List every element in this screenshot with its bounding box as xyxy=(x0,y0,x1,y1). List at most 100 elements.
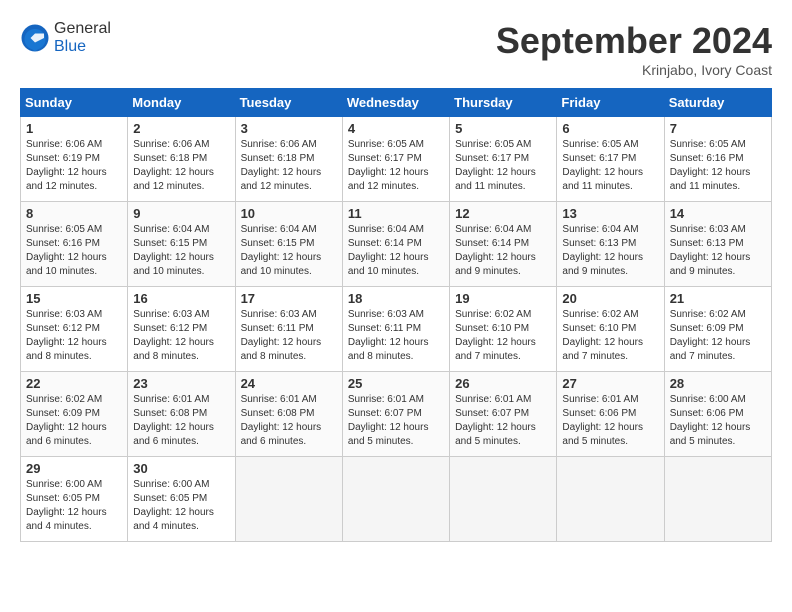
calendar-week-4: 22 Sunrise: 6:02 AM Sunset: 6:09 PM Dayli… xyxy=(21,372,772,457)
weekday-header-sunday: Sunday xyxy=(21,89,128,117)
day-info: Sunrise: 6:01 AM Sunset: 6:06 PM Dayligh… xyxy=(562,393,658,449)
day-number: 24 xyxy=(241,376,337,391)
calendar-cell xyxy=(664,457,771,542)
logo: General Blue xyxy=(20,20,111,56)
calendar-cell: 25Sunrise: 6:01 AM Sunset: 6:07 PM Dayli… xyxy=(342,372,449,457)
day-info: Sunrise: 6:04 AM Sunset: 6:15 PM Dayligh… xyxy=(241,223,337,279)
day-info: Sunrise: 6:03 AM Sunset: 6:12 PM Dayligh… xyxy=(26,308,122,364)
day-info: Sunrise: 6:02 AM Sunset: 6:09 PM Dayligh… xyxy=(670,308,766,364)
weekday-header-friday: Friday xyxy=(557,89,664,117)
calendar-cell xyxy=(342,457,449,542)
logo-icon xyxy=(20,23,50,53)
day-number: 6 xyxy=(562,121,658,136)
day-info: Sunrise: 6:01 AM Sunset: 6:08 PM Dayligh… xyxy=(241,393,337,449)
day-info: Sunrise: 6:04 AM Sunset: 6:14 PM Dayligh… xyxy=(348,223,444,279)
day-number: 23 xyxy=(133,376,229,391)
calendar-cell: 28 Sunrise: 6:00 AM Sunset: 6:06 PM Dayli… xyxy=(664,372,771,457)
calendar-cell: 10Sunrise: 6:04 AM Sunset: 6:15 PM Dayli… xyxy=(235,202,342,287)
calendar-cell: 13 Sunrise: 6:04 AM Sunset: 6:13 PM Dayli… xyxy=(557,202,664,287)
calendar-cell: 20 Sunrise: 6:02 AM Sunset: 6:10 PM Dayli… xyxy=(557,287,664,372)
calendar-cell: 9 Sunrise: 6:04 AM Sunset: 6:15 PM Daylig… xyxy=(128,202,235,287)
calendar-table: SundayMondayTuesdayWednesdayThursdayFrid… xyxy=(20,88,772,542)
calendar-cell: 4Sunrise: 6:05 AM Sunset: 6:17 PM Daylig… xyxy=(342,117,449,202)
calendar-cell: 2 Sunrise: 6:06 AM Sunset: 6:18 PM Daylig… xyxy=(128,117,235,202)
calendar-cell: 24 Sunrise: 6:01 AM Sunset: 6:08 PM Dayli… xyxy=(235,372,342,457)
weekday-header-wednesday: Wednesday xyxy=(342,89,449,117)
day-number: 7 xyxy=(670,121,766,136)
calendar-header-row: SundayMondayTuesdayWednesdayThursdayFrid… xyxy=(21,89,772,117)
logo-text: General Blue xyxy=(54,20,111,56)
day-info: Sunrise: 6:02 AM Sunset: 6:09 PM Dayligh… xyxy=(26,393,122,449)
calendar-cell: 5Sunrise: 6:05 AM Sunset: 6:17 PM Daylig… xyxy=(450,117,557,202)
day-info: Sunrise: 6:03 AM Sunset: 6:12 PM Dayligh… xyxy=(133,308,229,364)
day-number: 8 xyxy=(26,206,122,221)
day-number: 28 xyxy=(670,376,766,391)
day-info: Sunrise: 6:05 AM Sunset: 6:17 PM Dayligh… xyxy=(562,138,658,194)
calendar-cell xyxy=(557,457,664,542)
day-info: Sunrise: 6:05 AM Sunset: 6:17 PM Dayligh… xyxy=(455,138,551,194)
day-info: Sunrise: 6:03 AM Sunset: 6:11 PM Dayligh… xyxy=(348,308,444,364)
day-number: 18 xyxy=(348,291,444,306)
calendar-cell: 3 Sunrise: 6:06 AM Sunset: 6:18 PM Daylig… xyxy=(235,117,342,202)
day-number: 29 xyxy=(26,461,122,476)
day-info: Sunrise: 6:00 AM Sunset: 6:05 PM Dayligh… xyxy=(133,478,229,534)
calendar-cell: 15 Sunrise: 6:03 AM Sunset: 6:12 PM Dayli… xyxy=(21,287,128,372)
title-area: September 2024 Krinjabo, Ivory Coast xyxy=(496,20,772,78)
day-number: 26 xyxy=(455,376,551,391)
weekday-header-monday: Monday xyxy=(128,89,235,117)
day-number: 12 xyxy=(455,206,551,221)
day-number: 21 xyxy=(670,291,766,306)
day-info: Sunrise: 6:02 AM Sunset: 6:10 PM Dayligh… xyxy=(562,308,658,364)
day-info: Sunrise: 6:04 AM Sunset: 6:13 PM Dayligh… xyxy=(562,223,658,279)
day-number: 2 xyxy=(133,121,229,136)
day-number: 20 xyxy=(562,291,658,306)
day-number: 17 xyxy=(241,291,337,306)
calendar-cell: 14 Sunrise: 6:03 AM Sunset: 6:13 PM Dayli… xyxy=(664,202,771,287)
weekday-header-tuesday: Tuesday xyxy=(235,89,342,117)
day-info: Sunrise: 6:05 AM Sunset: 6:16 PM Dayligh… xyxy=(670,138,766,194)
day-number: 11 xyxy=(348,206,444,221)
calendar-cell: 21 Sunrise: 6:02 AM Sunset: 6:09 PM Dayli… xyxy=(664,287,771,372)
calendar-cell: 16 Sunrise: 6:03 AM Sunset: 6:12 PM Dayli… xyxy=(128,287,235,372)
calendar-week-1: 1Sunrise: 6:06 AM Sunset: 6:19 PM Daylig… xyxy=(21,117,772,202)
day-info: Sunrise: 6:06 AM Sunset: 6:19 PM Dayligh… xyxy=(26,138,122,194)
calendar-week-5: 29 Sunrise: 6:00 AM Sunset: 6:05 PM Dayli… xyxy=(21,457,772,542)
weekday-header-saturday: Saturday xyxy=(664,89,771,117)
day-info: Sunrise: 6:06 AM Sunset: 6:18 PM Dayligh… xyxy=(133,138,229,194)
day-number: 30 xyxy=(133,461,229,476)
weekday-header-thursday: Thursday xyxy=(450,89,557,117)
day-info: Sunrise: 6:00 AM Sunset: 6:06 PM Dayligh… xyxy=(670,393,766,449)
day-info: Sunrise: 6:03 AM Sunset: 6:13 PM Dayligh… xyxy=(670,223,766,279)
day-number: 15 xyxy=(26,291,122,306)
calendar-cell: 30 Sunrise: 6:00 AM Sunset: 6:05 PM Dayli… xyxy=(128,457,235,542)
day-info: Sunrise: 6:05 AM Sunset: 6:16 PM Dayligh… xyxy=(26,223,122,279)
day-info: Sunrise: 6:04 AM Sunset: 6:14 PM Dayligh… xyxy=(455,223,551,279)
month-title: September 2024 xyxy=(496,20,772,62)
calendar-cell: 6 Sunrise: 6:05 AM Sunset: 6:17 PM Daylig… xyxy=(557,117,664,202)
calendar-cell: 1Sunrise: 6:06 AM Sunset: 6:19 PM Daylig… xyxy=(21,117,128,202)
calendar-cell: 18 Sunrise: 6:03 AM Sunset: 6:11 PM Dayli… xyxy=(342,287,449,372)
day-info: Sunrise: 6:00 AM Sunset: 6:05 PM Dayligh… xyxy=(26,478,122,534)
calendar-cell: 22 Sunrise: 6:02 AM Sunset: 6:09 PM Dayli… xyxy=(21,372,128,457)
calendar-cell: 11 Sunrise: 6:04 AM Sunset: 6:14 PM Dayli… xyxy=(342,202,449,287)
calendar-week-2: 8 Sunrise: 6:05 AM Sunset: 6:16 PM Daylig… xyxy=(21,202,772,287)
calendar-cell: 29 Sunrise: 6:00 AM Sunset: 6:05 PM Dayli… xyxy=(21,457,128,542)
day-number: 16 xyxy=(133,291,229,306)
day-number: 3 xyxy=(241,121,337,136)
day-number: 14 xyxy=(670,206,766,221)
calendar-cell: 17Sunrise: 6:03 AM Sunset: 6:11 PM Dayli… xyxy=(235,287,342,372)
calendar-cell xyxy=(450,457,557,542)
day-info: Sunrise: 6:05 AM Sunset: 6:17 PM Dayligh… xyxy=(348,138,444,194)
calendar-cell: 27Sunrise: 6:01 AM Sunset: 6:06 PM Dayli… xyxy=(557,372,664,457)
calendar-week-3: 15 Sunrise: 6:03 AM Sunset: 6:12 PM Dayli… xyxy=(21,287,772,372)
day-info: Sunrise: 6:06 AM Sunset: 6:18 PM Dayligh… xyxy=(241,138,337,194)
calendar-cell: 26Sunrise: 6:01 AM Sunset: 6:07 PM Dayli… xyxy=(450,372,557,457)
day-info: Sunrise: 6:01 AM Sunset: 6:08 PM Dayligh… xyxy=(133,393,229,449)
day-number: 22 xyxy=(26,376,122,391)
day-info: Sunrise: 6:04 AM Sunset: 6:15 PM Dayligh… xyxy=(133,223,229,279)
calendar-cell: 19Sunrise: 6:02 AM Sunset: 6:10 PM Dayli… xyxy=(450,287,557,372)
day-number: 13 xyxy=(562,206,658,221)
location: Krinjabo, Ivory Coast xyxy=(496,62,772,78)
day-number: 9 xyxy=(133,206,229,221)
calendar-cell: 12 Sunrise: 6:04 AM Sunset: 6:14 PM Dayli… xyxy=(450,202,557,287)
